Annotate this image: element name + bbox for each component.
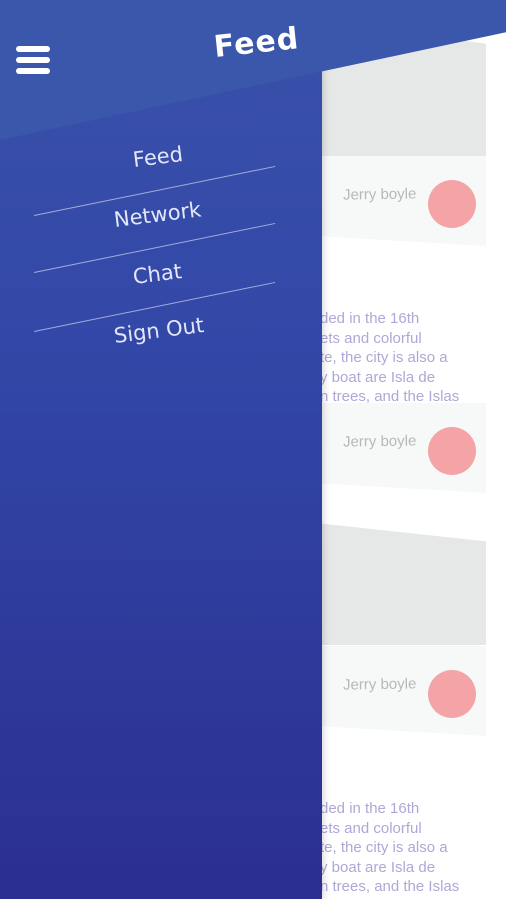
- author-name: Jerry boyle: [342, 185, 417, 204]
- menu-item-network[interactable]: Network: [113, 197, 203, 232]
- author-name: Jerry boyle: [342, 675, 417, 694]
- menu-item-sign-out[interactable]: Sign Out: [113, 313, 206, 348]
- hamburger-bar: [16, 68, 50, 74]
- hamburger-bar: [16, 46, 50, 52]
- menu-item-feed[interactable]: Feed: [132, 142, 185, 172]
- author-name: Jerry boyle: [342, 432, 417, 451]
- menu-item-chat[interactable]: Chat: [132, 259, 184, 289]
- avatar[interactable]: [428, 427, 476, 475]
- avatar[interactable]: [428, 670, 476, 718]
- navigation-drawer: Feed Network Chat Sign Out: [0, 0, 322, 899]
- hamburger-bar: [16, 57, 50, 63]
- hamburger-icon[interactable]: [16, 46, 50, 76]
- avatar[interactable]: [428, 180, 476, 228]
